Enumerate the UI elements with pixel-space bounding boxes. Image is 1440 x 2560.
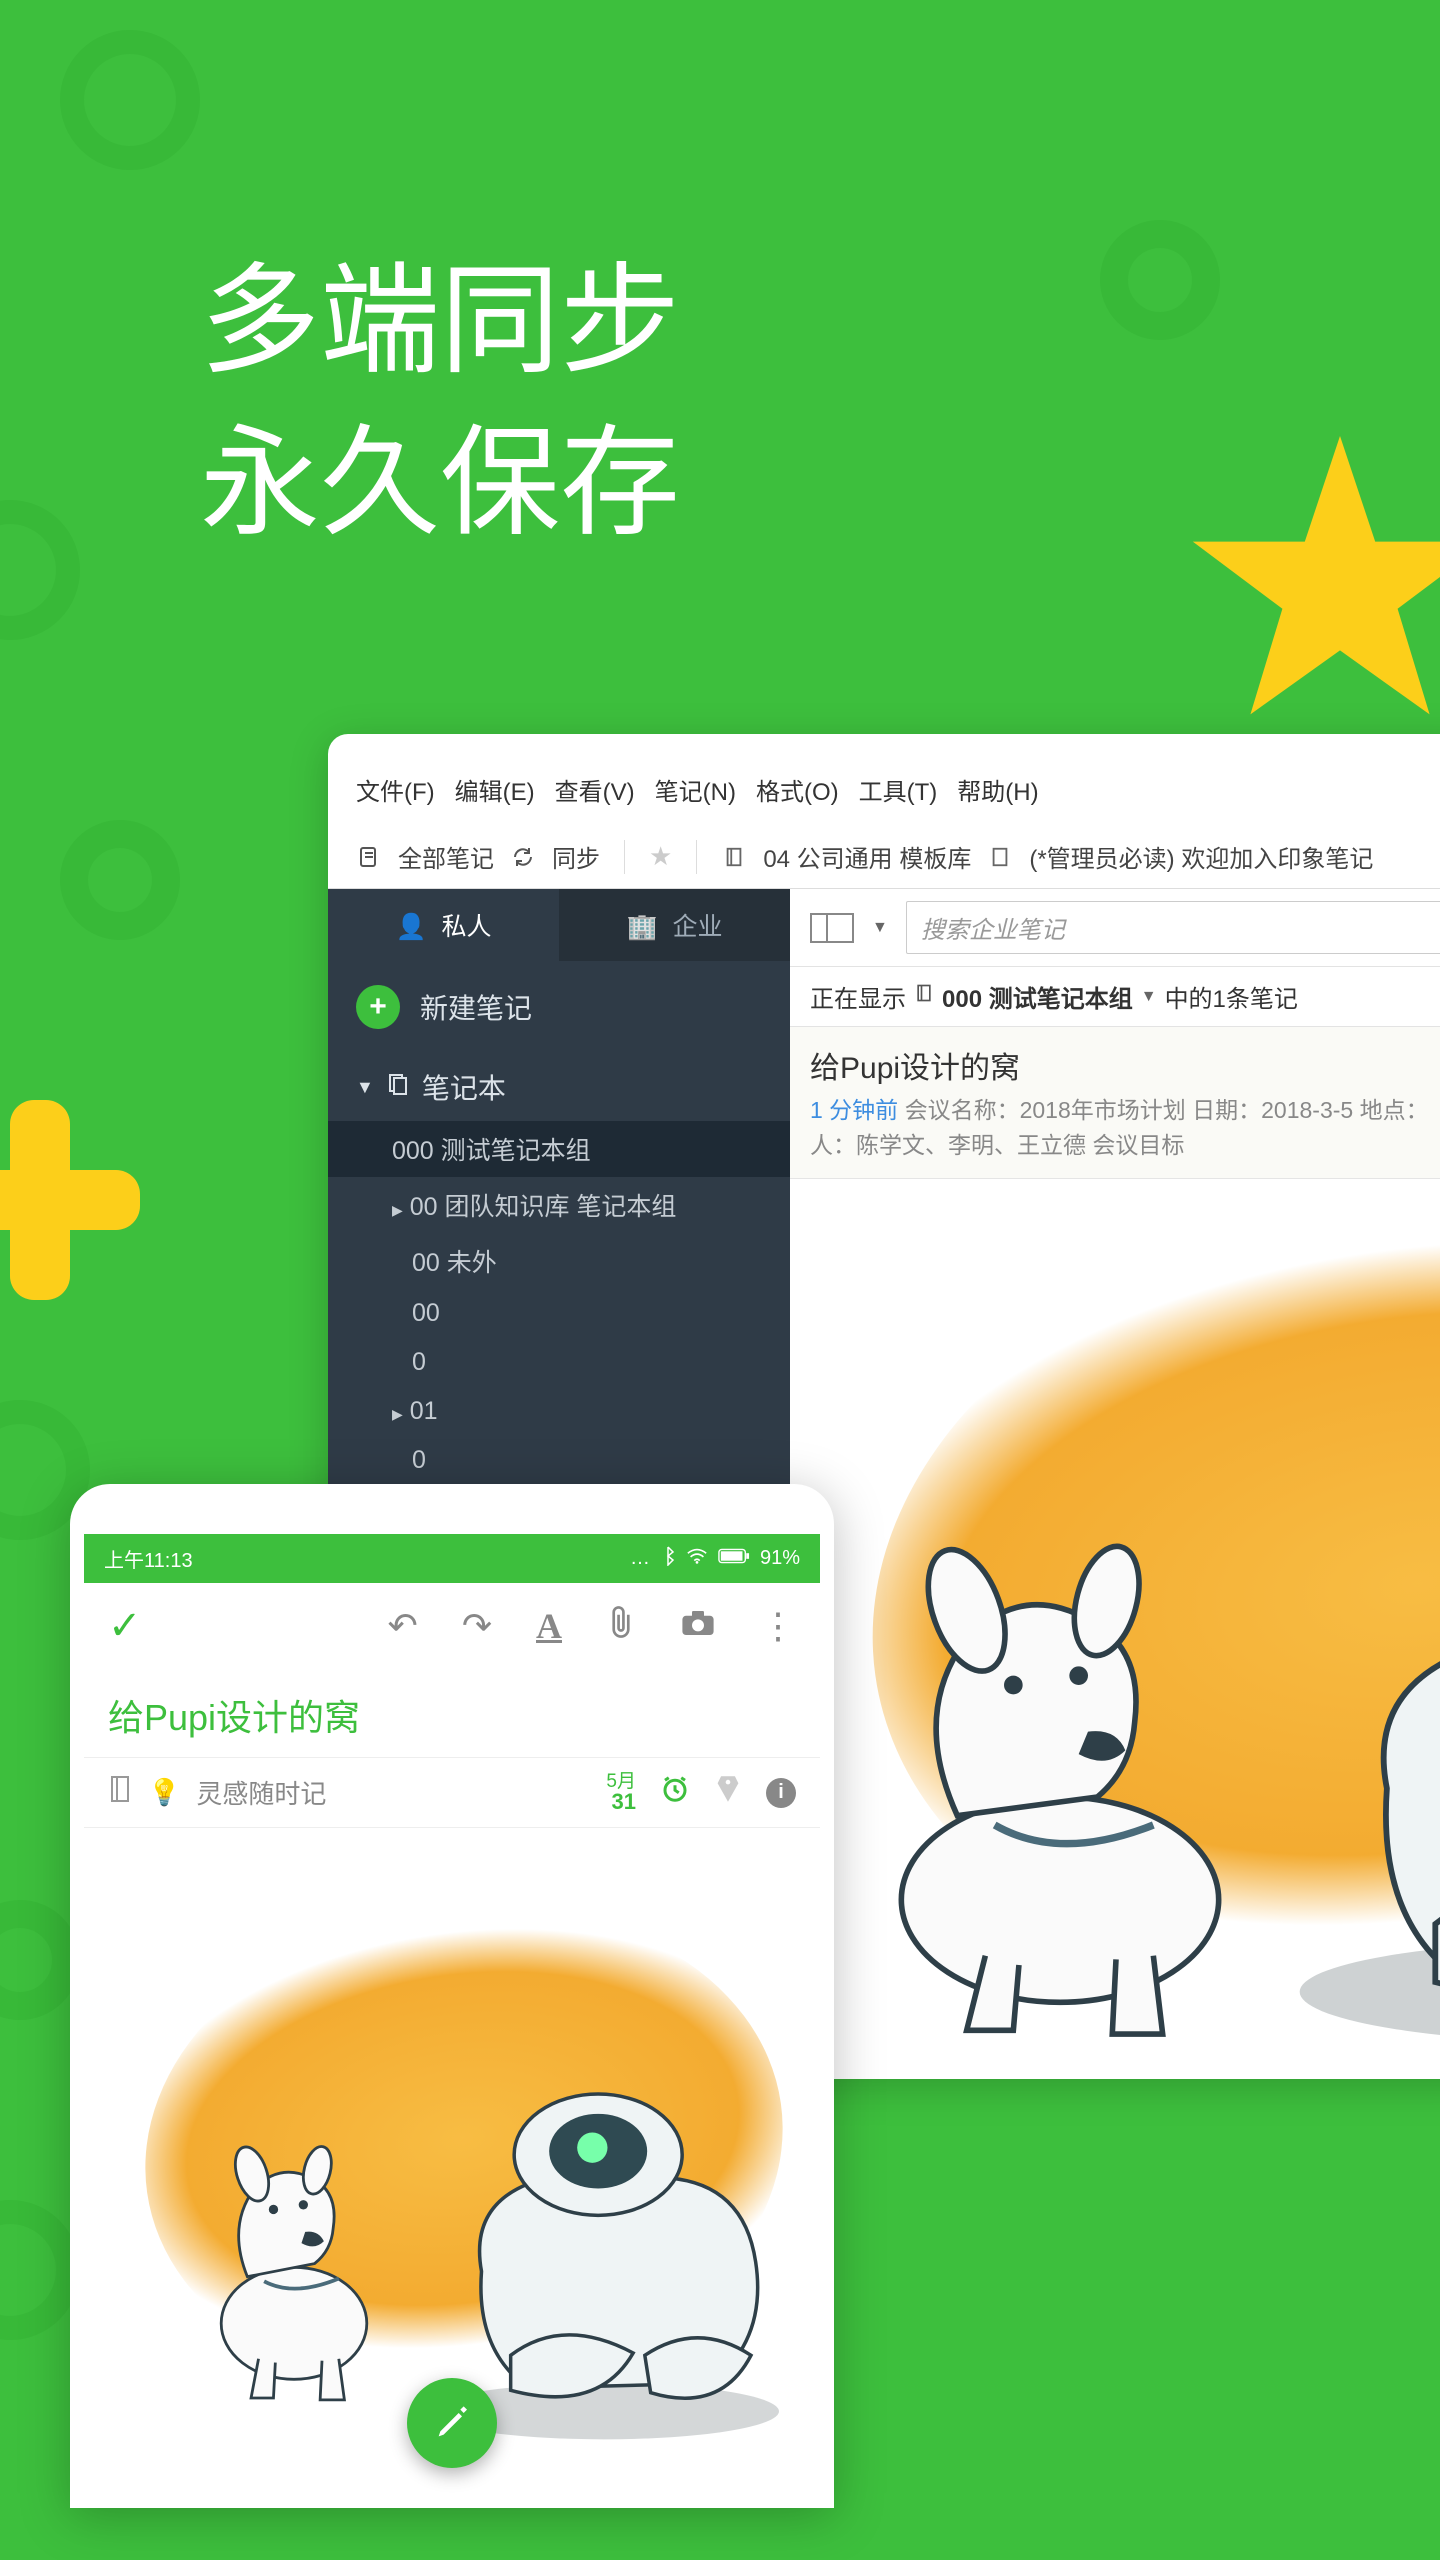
menu-tools[interactable]: 工具(T) — [859, 772, 938, 807]
breadcrumb-notebook[interactable]: 04 公司通用 模板库 — [763, 839, 971, 874]
chevron-down-icon[interactable]: ▼ — [872, 919, 888, 937]
notes-icon — [356, 844, 382, 870]
notebook-stack-icon — [386, 1071, 410, 1103]
notebook-name[interactable]: 灵感随时记 — [196, 1774, 326, 1811]
note-canvas — [790, 1179, 1440, 2079]
hero-heading: 多端同步 永久保存 — [200, 240, 680, 564]
star-decoration — [1180, 420, 1440, 740]
sidebar-item[interactable]: 00 — [328, 1289, 790, 1338]
note-icon — [987, 844, 1013, 870]
note-meta: 1 分钟前 会议名称：2018年市场计划 日期：2018-3-5 地点： 人：陈… — [810, 1093, 1440, 1162]
sidebar-item[interactable]: 00 未外 — [328, 1233, 790, 1289]
main-panel: ▼ 搜索企业笔记 正在显示 000 测试笔记本组 ▼ 中的1条笔记 给Pupi设… — [790, 889, 1440, 2079]
info-icon[interactable]: i — [766, 1778, 796, 1808]
menu-bar: 文件(F) 编辑(E) 查看(V) 笔记(N) 格式(O) 工具(T) 帮助(H… — [328, 734, 1440, 825]
wifi-icon — [686, 1547, 708, 1571]
editor-toolbar: ✓ ↶ ↷ A ⋮ — [84, 1583, 820, 1669]
attachment-button[interactable] — [606, 1605, 636, 1648]
menu-help[interactable]: 帮助(H) — [957, 772, 1038, 807]
reminder-date[interactable]: 5月 31 — [606, 1772, 636, 1813]
menu-file[interactable]: 文件(F) — [356, 772, 435, 807]
note-meta-row: 💡 灵感随时记 5月 31 i — [84, 1757, 820, 1828]
toolbar: 全部笔记 同步 ★ 04 公司通用 模板库 (*管理员必读) 欢迎加入印象笔记 — [328, 825, 1440, 889]
menu-view[interactable]: 查看(V) — [555, 772, 635, 807]
search-input[interactable]: 搜索企业笔记 — [906, 901, 1440, 954]
notebook-icon — [914, 982, 934, 1011]
sidebar-item[interactable]: ▶ 00 团队知识库 笔记本组 — [328, 1177, 790, 1233]
notebook-icon — [721, 844, 747, 870]
edit-fab[interactable] — [407, 2378, 497, 2468]
chevron-right-icon: ▶ — [392, 1202, 403, 1218]
plus-decoration — [0, 1100, 140, 1300]
chevron-down-icon: ▼ — [356, 1077, 374, 1098]
notebook-icon[interactable] — [108, 1775, 132, 1810]
hero-line2: 永久保存 — [200, 402, 680, 564]
sidebar-item[interactable]: 0 — [328, 1436, 790, 1485]
done-button[interactable]: ✓ — [108, 1603, 142, 1649]
chevron-right-icon: ▶ — [392, 1406, 403, 1422]
note-title[interactable]: 给Pupi设计的窝 — [84, 1669, 820, 1757]
breadcrumb-note[interactable]: (*管理员必读) 欢迎加入印象笔记 — [1029, 839, 1373, 874]
camera-button[interactable] — [680, 1605, 716, 1647]
tab-business[interactable]: 🏢 企业 — [559, 889, 790, 961]
sidebar-item[interactable]: ▶ 01 — [328, 1387, 790, 1436]
battery-percent: 91% — [760, 1547, 800, 1570]
lightbulb-icon: 💡 — [148, 1777, 180, 1808]
sync-button[interactable]: 同步 — [552, 839, 600, 874]
all-notes-button[interactable]: 全部笔记 — [398, 839, 494, 874]
battery-icon — [718, 1547, 750, 1570]
plus-icon: + — [356, 985, 400, 1029]
more-icon: … — [630, 1547, 650, 1570]
hero-line1: 多端同步 — [200, 240, 680, 402]
notebooks-header[interactable]: ▼ 笔记本 — [328, 1053, 790, 1121]
redo-button[interactable]: ↷ — [462, 1605, 492, 1647]
alarm-icon[interactable] — [660, 1774, 690, 1812]
bluetooth-icon — [660, 1546, 676, 1572]
building-icon: 🏢 — [626, 913, 657, 941]
menu-edit[interactable]: 编辑(E) — [455, 772, 535, 807]
phone-window: 上午11:13 … 91% ✓ ↶ ↷ A ⋮ — [70, 1484, 834, 2508]
menu-note[interactable]: 笔记(N) — [655, 772, 736, 807]
tab-personal[interactable]: 👤 私人 — [328, 889, 559, 961]
sync-icon — [510, 844, 536, 870]
more-button[interactable]: ⋮ — [760, 1605, 796, 1647]
showing-notebook[interactable]: 000 测试笔记本组 — [942, 979, 1133, 1014]
note-list-item[interactable]: 给Pupi设计的窝 1 分钟前 会议名称：2018年市场计划 日期：2018-3… — [790, 1027, 1440, 1179]
format-button[interactable]: A — [536, 1605, 562, 1647]
star-icon[interactable]: ★ — [649, 841, 672, 872]
note-title: 给Pupi设计的窝 — [810, 1043, 1440, 1087]
layout-icon[interactable] — [810, 913, 854, 943]
chevron-down-icon[interactable]: ▼ — [1141, 988, 1157, 1006]
sidebar-item[interactable]: 0 — [328, 1338, 790, 1387]
tag-icon[interactable] — [714, 1774, 742, 1812]
status-bar: 上午11:13 … 91% — [84, 1534, 820, 1583]
sidebar-item[interactable]: 000 测试笔记本组 — [328, 1121, 790, 1177]
showing-bar: 正在显示 000 测试笔记本组 ▼ 中的1条笔记 — [790, 967, 1440, 1027]
menu-format[interactable]: 格式(O) — [756, 772, 839, 807]
status-time: 上午11:13 — [104, 1544, 193, 1573]
new-note-button[interactable]: + 新建笔记 — [328, 961, 790, 1053]
person-icon: 👤 — [395, 913, 426, 941]
dog-illustration — [154, 2088, 434, 2428]
robot-illustration — [1250, 1459, 1440, 2079]
undo-button[interactable]: ↶ — [388, 1605, 418, 1647]
